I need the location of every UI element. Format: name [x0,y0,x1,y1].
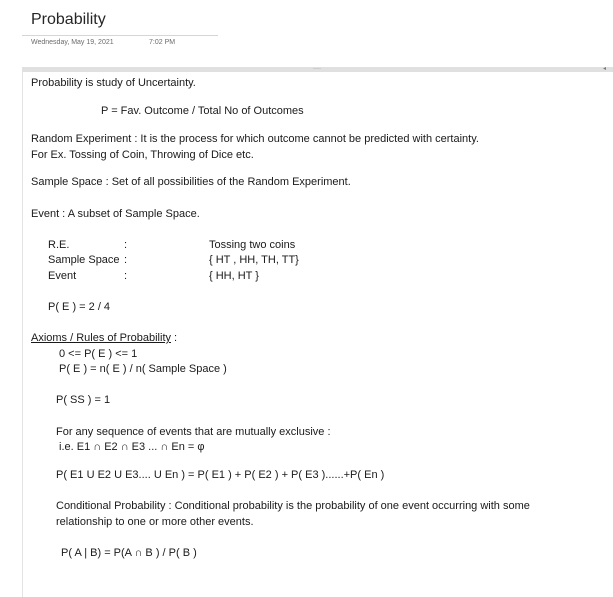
mutually-exclusive-text[interactable]: For any sequence of events that are mutu… [56,426,331,438]
table-row-separator: : [124,239,128,251]
p-event-text[interactable]: P( E ) = 2 / 4 [48,301,110,313]
table-row-separator: : [124,254,128,266]
table-row-label[interactable]: Sample Space [48,254,120,266]
axiom-definition[interactable]: P( E ) = n( E ) / n( Sample Space ) [59,363,227,375]
axiom-sample-space[interactable]: P( SS ) = 1 [56,394,110,406]
conditional-probability-text[interactable]: Conditional Probability : Conditional pr… [56,500,530,512]
union-formula[interactable]: P( E1 U E2 U E3.... U En ) = P( E1 ) + P… [56,469,384,481]
table-row-label[interactable]: R.E. [48,239,69,251]
table-row-value[interactable]: { HH, HT } [209,270,259,282]
page-time: 7:02 PM [149,39,176,46]
intro-text[interactable]: Probability is study of Uncertainty. [31,77,196,89]
title-divider [22,35,218,36]
axioms-heading-link: Axioms / Rules of Probability [31,332,171,344]
conditional-probability-formula[interactable]: P( A | B) = P(A ∩ B ) / P( B ) [61,547,197,559]
page-title[interactable]: Probability [31,11,106,29]
conditional-probability-text-cont[interactable]: relationship to one or more other events… [56,516,254,528]
page-date: Wednesday, May 19, 2021 [31,39,114,46]
note-container-border [22,72,23,597]
axioms-heading-colon: : [171,332,178,344]
probability-formula[interactable]: P = Fav. Outcome / Total No of Outcomes [101,105,304,117]
table-row-value[interactable]: Tossing two coins [209,239,295,251]
table-row-separator: : [124,270,128,282]
drag-handle-icon[interactable]: ···· [313,66,323,72]
example-text[interactable]: For Ex. Tossing of Coin, Throwing of Dic… [31,149,254,161]
sample-space-text[interactable]: Sample Space : Set of all possibilities … [31,176,351,188]
table-row-value[interactable]: { HT , HH, TH, TT} [209,254,299,266]
intersection-text[interactable]: i.e. E1 ∩ E2 ∩ E3 ... ∩ En = φ [59,441,205,453]
axiom-range[interactable]: 0 <= P( E ) <= 1 [59,348,137,360]
event-text[interactable]: Event : A subset of Sample Space. [31,208,200,220]
random-experiment-text[interactable]: Random Experiment : It is the process fo… [31,133,479,145]
collapse-arrow-icon[interactable]: ◂ [603,66,611,72]
table-row-label[interactable]: Event [48,270,76,282]
axioms-heading[interactable]: Axioms / Rules of Probability : [31,332,177,344]
